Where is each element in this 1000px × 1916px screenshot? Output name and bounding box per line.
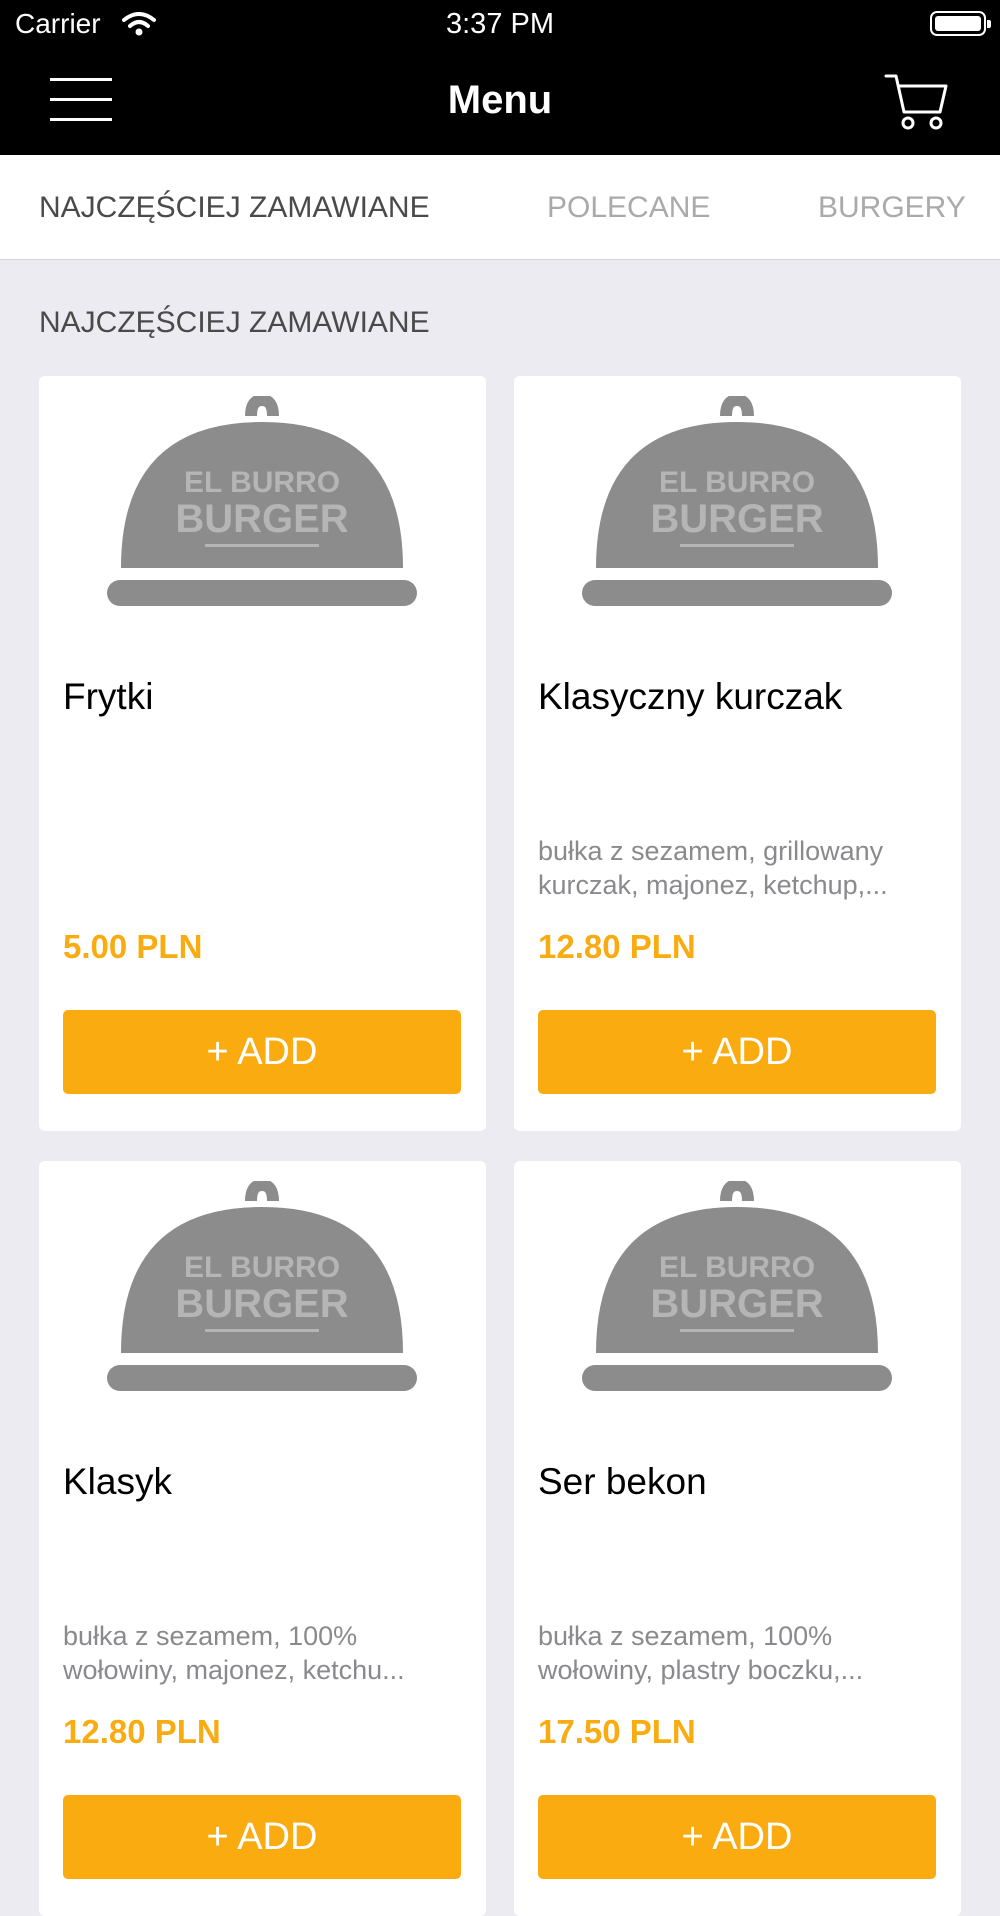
add-to-cart-button[interactable]: + ADD xyxy=(538,1795,936,1879)
add-to-cart-button[interactable]: + ADD xyxy=(63,1010,461,1094)
food-cloche-placeholder-icon: EL BURRO BURGER xyxy=(107,396,417,606)
product-name: Klasyczny kurczak xyxy=(538,676,843,717)
logo-line2: BURGER xyxy=(650,1282,823,1326)
status-time: 3:37 PM xyxy=(446,8,554,40)
product-card[interactable]: EL BURRO BURGER Frytki 5.00 PLN + ADD xyxy=(39,376,486,1131)
product-card[interactable]: EL BURRO BURGER Klasyczny kurczak bułka … xyxy=(514,376,961,1131)
logo-line1: EL BURRO xyxy=(659,466,815,499)
cart-button[interactable] xyxy=(884,70,950,132)
tab-polecane[interactable]: POLECANE xyxy=(547,191,710,225)
product-description: bułka z sezamem, 100% wołowiny, plastry b… xyxy=(538,1621,864,1685)
section-title: NAJCZĘŚCIEJ ZAMAWIANE xyxy=(39,306,430,339)
status-bar: Carrier 3:37 PM xyxy=(0,0,1000,50)
product-description: bułka z sezamem, 100% wołowiny, majonez, … xyxy=(63,1621,405,1685)
food-cloche-placeholder-icon: EL BURRO BURGER xyxy=(582,396,892,606)
product-price: 5.00 PLN xyxy=(63,928,203,965)
category-tabs: NAJCZĘŚCIEJ ZAMAWIANE POLECANE BURGERY xyxy=(0,155,1000,260)
logo-line2: BURGER xyxy=(650,497,823,541)
product-price: 12.80 PLN xyxy=(63,1713,221,1750)
product-description xyxy=(63,834,463,902)
logo-line2: BURGER xyxy=(175,1282,348,1326)
tab-najczesciej-zamawiane[interactable]: NAJCZĘŚCIEJ ZAMAWIANE xyxy=(39,191,430,225)
product-price: 12.80 PLN xyxy=(538,928,696,965)
add-to-cart-button[interactable]: + ADD xyxy=(538,1010,936,1094)
cart-icon xyxy=(884,74,948,130)
navigation-bar: Menu xyxy=(0,50,1000,155)
page-title: Menu xyxy=(447,78,553,122)
product-name: Frytki xyxy=(63,676,154,717)
product-name: Ser bekon xyxy=(538,1461,707,1502)
product-description: bułka z sezamem, grillowany kurczak, majo… xyxy=(538,836,888,900)
add-to-cart-button[interactable]: + ADD xyxy=(63,1795,461,1879)
logo-line2: BURGER xyxy=(175,497,348,541)
product-name: Klasyk xyxy=(63,1461,172,1502)
food-cloche-placeholder-icon: EL BURRO BURGER xyxy=(582,1181,892,1391)
logo-line1: EL BURRO xyxy=(184,466,340,499)
food-cloche-placeholder-icon: EL BURRO BURGER xyxy=(107,1181,417,1391)
logo-line1: EL BURRO xyxy=(659,1251,815,1284)
logo-line1: EL BURRO xyxy=(184,1251,340,1284)
product-card[interactable]: EL BURRO BURGER Klasyk bułka z sezamem, … xyxy=(39,1161,486,1916)
tab-burgery[interactable]: BURGERY xyxy=(818,191,966,225)
product-price: 17.50 PLN xyxy=(538,1713,696,1750)
product-card[interactable]: EL BURRO BURGER Ser bekon bułka z sezame… xyxy=(514,1161,961,1916)
battery-icon xyxy=(930,11,991,36)
